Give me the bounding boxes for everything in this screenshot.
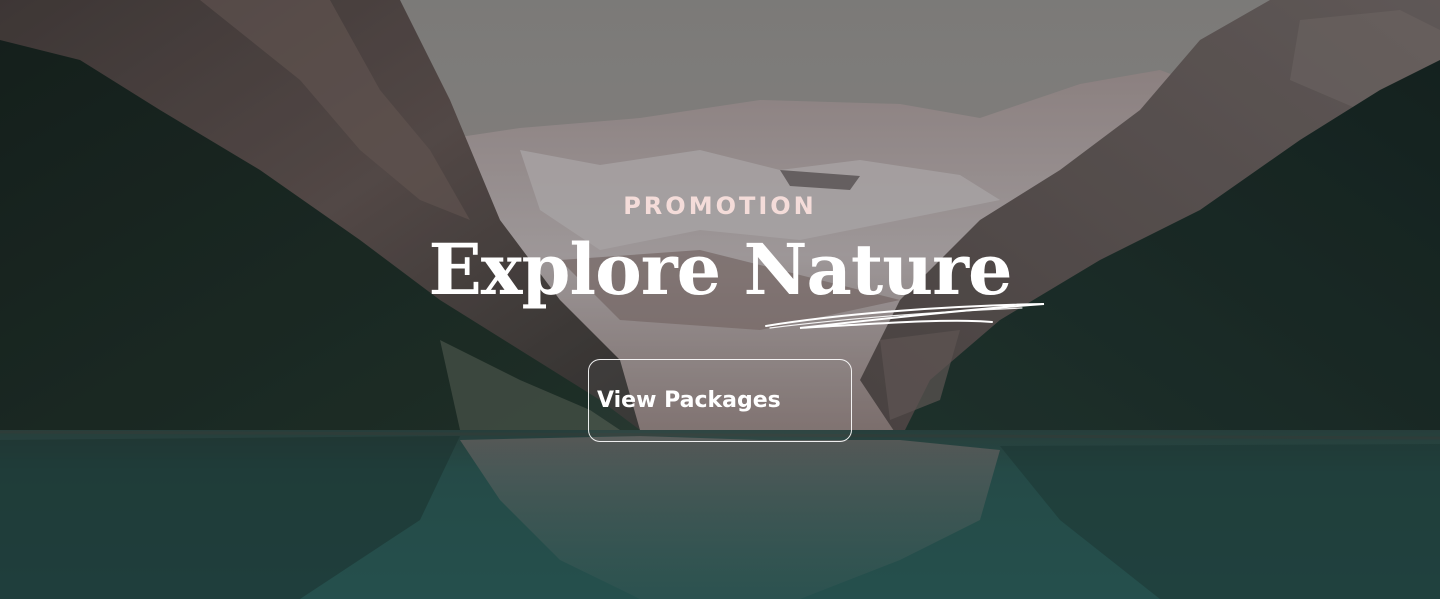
hero-title: Explore Nature	[428, 228, 1012, 311]
promotion-eyebrow: PROMOTION	[623, 192, 817, 220]
hero-banner: PROMOTION Explore Nature View Packages	[0, 0, 1440, 599]
view-packages-button[interactable]: View Packages	[588, 359, 852, 442]
hero-content: PROMOTION Explore Nature View Packages	[0, 0, 1440, 599]
underline-swash-icon	[765, 303, 1045, 329]
